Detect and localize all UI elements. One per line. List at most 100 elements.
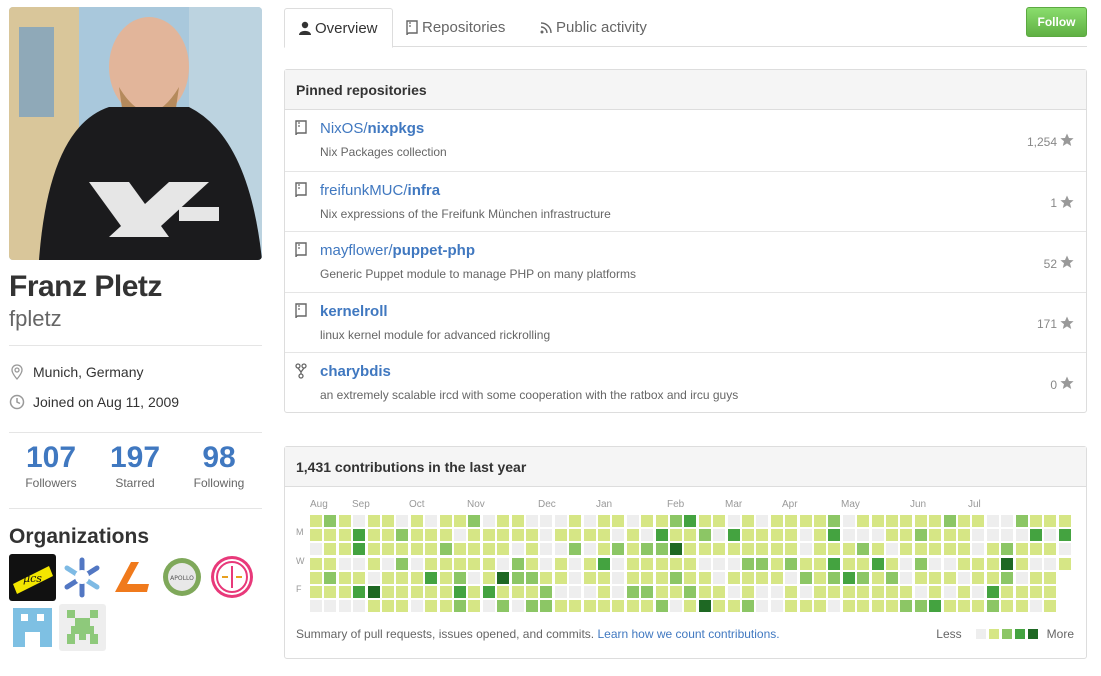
contribution-day[interactable] xyxy=(814,557,826,570)
contribution-day[interactable] xyxy=(310,529,322,542)
following-stat[interactable]: 98 Following xyxy=(177,440,261,490)
contribution-day[interactable] xyxy=(842,543,855,556)
contribution-day[interactable] xyxy=(742,515,754,527)
contribution-day[interactable] xyxy=(814,600,826,613)
contribution-day[interactable] xyxy=(857,600,870,613)
contribution-day[interactable] xyxy=(670,529,682,542)
contribution-day[interactable] xyxy=(526,515,538,527)
contribution-day[interactable] xyxy=(382,543,394,556)
contribution-day[interactable] xyxy=(554,571,567,584)
apollo-org-avatar[interactable]: APOLLO xyxy=(159,554,206,601)
contribution-day[interactable] xyxy=(756,557,769,570)
contribution-day[interactable] xyxy=(324,543,337,556)
contribution-day[interactable] xyxy=(799,586,812,598)
contribution-day[interactable] xyxy=(1015,586,1028,598)
contribution-day[interactable] xyxy=(986,529,999,542)
contribution-day[interactable] xyxy=(914,586,927,598)
contribution-day[interactable] xyxy=(367,600,380,613)
contribution-day[interactable] xyxy=(583,543,596,556)
contribution-day[interactable] xyxy=(958,586,970,598)
contribution-day[interactable] xyxy=(842,557,855,570)
contribution-day[interactable] xyxy=(713,529,726,542)
contribution-day[interactable] xyxy=(626,543,639,556)
contribution-day[interactable] xyxy=(1044,586,1057,598)
contribution-day[interactable] xyxy=(497,543,510,556)
contribution-day[interactable] xyxy=(670,515,682,527)
contribution-day[interactable] xyxy=(410,586,423,598)
contribution-day[interactable] xyxy=(842,586,855,598)
contribution-day[interactable] xyxy=(742,529,754,542)
contribution-day[interactable] xyxy=(540,600,553,613)
contribution-day[interactable] xyxy=(828,586,841,598)
contribution-day[interactable] xyxy=(497,586,510,598)
contribution-day[interactable] xyxy=(1044,571,1057,584)
contribution-day[interactable] xyxy=(526,600,538,613)
contribution-day[interactable] xyxy=(670,571,682,584)
contribution-day[interactable] xyxy=(770,557,783,570)
contribution-day[interactable] xyxy=(842,571,855,584)
contribution-day[interactable] xyxy=(454,600,466,613)
learn-contributions-link[interactable]: Learn how we count contributions. xyxy=(597,627,779,641)
contribution-day[interactable] xyxy=(641,543,654,556)
contribution-day[interactable] xyxy=(454,543,466,556)
repo-stars[interactable]: 1 xyxy=(1050,195,1074,212)
contribution-day[interactable] xyxy=(511,557,524,570)
repo-link[interactable]: freifunkMUC/infra xyxy=(320,182,440,199)
contribution-day[interactable] xyxy=(310,571,322,584)
contribution-day[interactable] xyxy=(482,557,495,570)
contribution-day[interactable] xyxy=(511,600,524,613)
nixos-org-avatar[interactable] xyxy=(59,554,106,601)
contribution-day[interactable] xyxy=(986,515,999,527)
contribution-day[interactable] xyxy=(353,586,366,598)
contribution-day[interactable] xyxy=(468,543,481,556)
contribution-day[interactable] xyxy=(785,529,798,542)
contribution-day[interactable] xyxy=(972,571,985,584)
contribution-day[interactable] xyxy=(425,557,438,570)
starred-stat[interactable]: 197 Starred xyxy=(93,440,177,490)
contribution-day[interactable] xyxy=(742,557,754,570)
contribution-day[interactable] xyxy=(857,529,870,542)
contribution-day[interactable] xyxy=(468,586,481,598)
contribution-day[interactable] xyxy=(785,543,798,556)
contribution-day[interactable] xyxy=(914,600,927,613)
contribution-day[interactable] xyxy=(842,515,855,527)
contribution-day[interactable] xyxy=(698,557,711,570)
contribution-day[interactable] xyxy=(382,557,394,570)
followers-stat[interactable]: 107 Followers xyxy=(9,440,93,490)
contribution-day[interactable] xyxy=(353,557,366,570)
contribution-day[interactable] xyxy=(972,515,985,527)
contribution-day[interactable] xyxy=(1015,515,1028,527)
contribution-day[interactable] xyxy=(338,543,351,556)
contribution-day[interactable] xyxy=(1030,571,1042,584)
contribution-day[interactable] xyxy=(425,515,438,527)
contribution-day[interactable] xyxy=(598,571,610,584)
contribution-day[interactable] xyxy=(626,571,639,584)
contribution-day[interactable] xyxy=(324,557,337,570)
contribution-day[interactable] xyxy=(958,600,970,613)
contribution-day[interactable] xyxy=(727,515,740,527)
contribution-day[interactable] xyxy=(324,529,337,542)
contribution-day[interactable] xyxy=(396,600,409,613)
contribution-day[interactable] xyxy=(929,557,942,570)
contribution-day[interactable] xyxy=(554,515,567,527)
contribution-day[interactable] xyxy=(1001,543,1014,556)
contribution-day[interactable] xyxy=(655,515,668,527)
contribution-day[interactable] xyxy=(727,600,740,613)
contribution-day[interactable] xyxy=(396,571,409,584)
contribution-day[interactable] xyxy=(886,529,898,542)
contribution-day[interactable] xyxy=(770,515,783,527)
contribution-day[interactable] xyxy=(799,543,812,556)
contribution-day[interactable] xyxy=(511,571,524,584)
contribution-day[interactable] xyxy=(684,571,697,584)
contribution-day[interactable] xyxy=(626,515,639,527)
contribution-day[interactable] xyxy=(641,600,654,613)
contribution-day[interactable] xyxy=(713,543,726,556)
contribution-day[interactable] xyxy=(324,600,337,613)
contribution-day[interactable] xyxy=(382,600,394,613)
contribution-day[interactable] xyxy=(382,529,394,542)
contribution-day[interactable] xyxy=(626,529,639,542)
contribution-day[interactable] xyxy=(511,529,524,542)
contribution-day[interactable] xyxy=(684,515,697,527)
contribution-day[interactable] xyxy=(986,543,999,556)
contribution-day[interactable] xyxy=(439,600,452,613)
